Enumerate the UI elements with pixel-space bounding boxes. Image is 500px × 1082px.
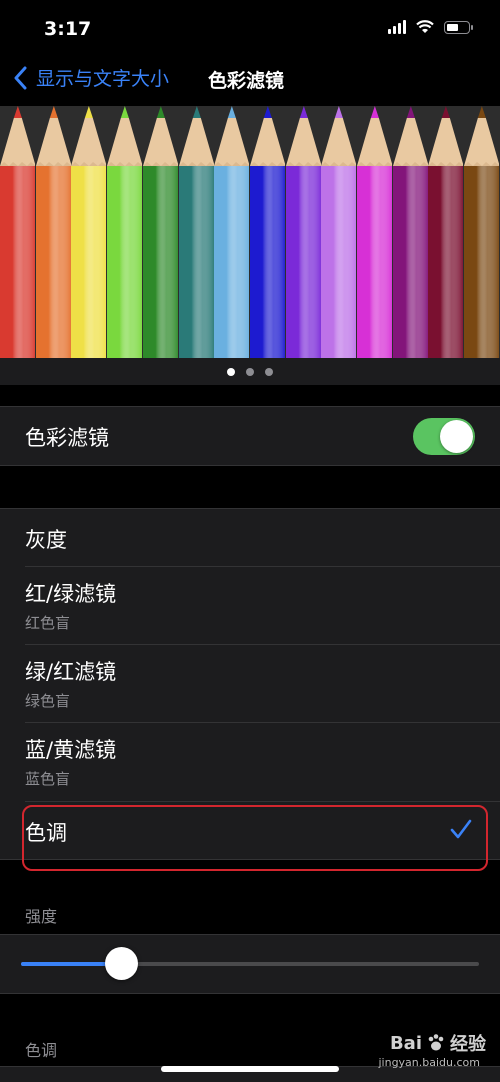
pencil [107, 106, 143, 358]
pencil [428, 106, 464, 358]
back-button[interactable]: 显示与文字大小 [14, 64, 169, 91]
color-filter-toggle[interactable] [413, 418, 475, 455]
page-title: 色彩滤镜 [208, 70, 285, 92]
page-dot[interactable] [265, 367, 273, 376]
battery-icon [444, 20, 473, 34]
pencil [392, 106, 428, 358]
option-label: 绿/红滤镜 [25, 660, 117, 684]
paw-icon [428, 1034, 444, 1051]
pencil [142, 106, 178, 358]
preview-image-pencils[interactable] [0, 106, 500, 358]
option-label: 灰度 [25, 528, 67, 552]
back-label: 显示与文字大小 [36, 68, 170, 90]
pencil [214, 106, 250, 358]
pencil [321, 106, 357, 358]
baidu-watermark: Bai 经验 [390, 1030, 486, 1056]
cellular-signal-icon [388, 20, 406, 34]
option-subtitle: 绿色盲 [25, 692, 71, 710]
pencil [71, 106, 107, 358]
page-control[interactable] [0, 358, 500, 385]
pencil [178, 106, 214, 358]
option-subtitle: 蓝色盲 [25, 770, 71, 788]
pencil [249, 106, 285, 358]
pencil [285, 106, 321, 358]
pencil [35, 106, 71, 358]
highlight-box [22, 805, 488, 871]
watermark-brand2: 经验 [450, 1034, 486, 1055]
page-dot[interactable] [227, 367, 235, 376]
watermark-site: jingyan.baidu.com [378, 1056, 480, 1069]
intensity-header: 强度 [25, 907, 58, 926]
page-dot[interactable] [246, 367, 254, 376]
option-subtitle: 红色盲 [25, 614, 71, 632]
hue-header: 色调 [25, 1041, 58, 1060]
pencil [0, 106, 35, 358]
toggle-knob [440, 420, 473, 453]
wifi-icon [416, 20, 434, 33]
color-filter-label: 色彩滤镜 [25, 426, 109, 450]
chevron-left-icon [14, 66, 27, 89]
status-time: 3:17 [44, 18, 92, 40]
option-label: 红/绿滤镜 [25, 582, 117, 606]
pencil [464, 106, 500, 358]
pencil [357, 106, 392, 358]
option-label: 蓝/黄滤镜 [25, 738, 117, 762]
home-indicator [161, 1066, 339, 1072]
status-icons [388, 20, 473, 34]
watermark-brand: Bai [389, 1032, 422, 1054]
